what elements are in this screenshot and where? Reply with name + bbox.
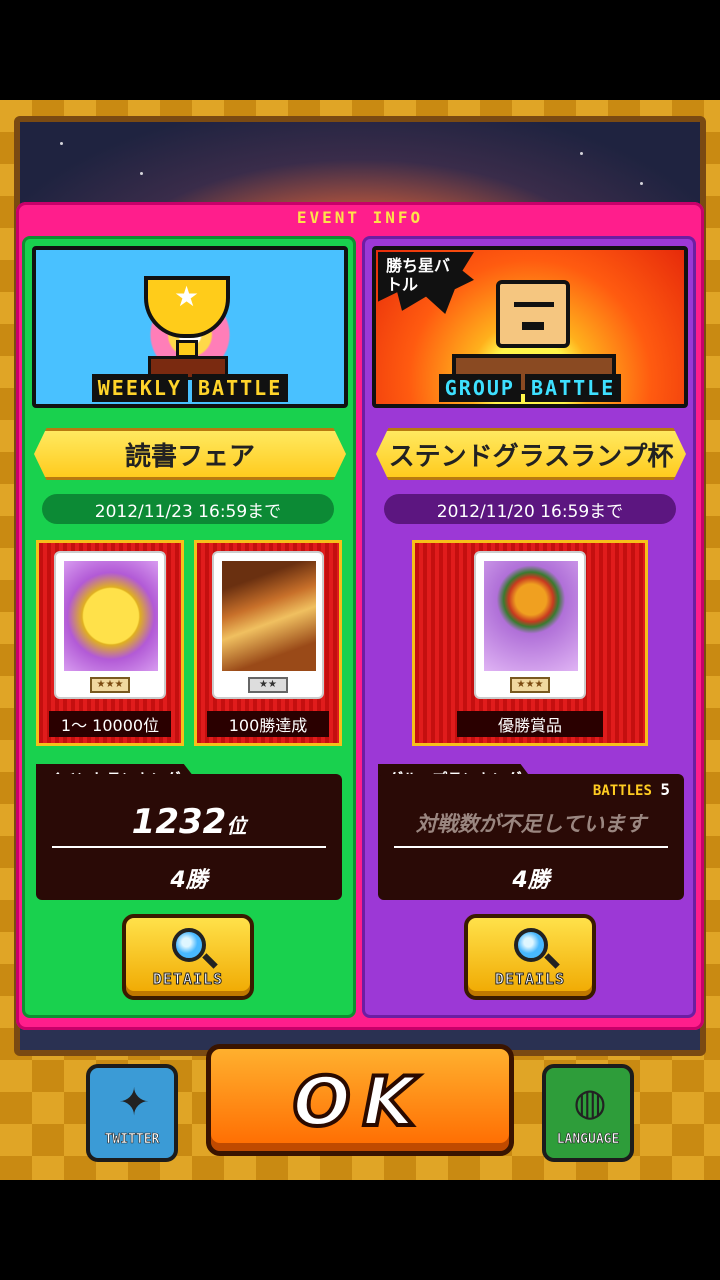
weekly-battle-banner: ★ WEEKLY BATTLE — [32, 246, 348, 408]
ok-button[interactable]: OK — [206, 1044, 514, 1156]
reward-rarity: ★★★ — [510, 677, 550, 693]
banner-word: BATTLE — [524, 374, 622, 402]
battles-label: BATTLES — [592, 783, 652, 799]
battles-count: BATTLES 5 — [593, 780, 670, 799]
group-deadline: 2012/11/20 16:59まで — [384, 494, 676, 524]
reward-card: ★★★ — [54, 551, 166, 699]
weekly-reward-rank[interactable]: ★★★ 1〜 10000位 — [36, 540, 184, 746]
stained-glass-lamp-icon — [484, 561, 578, 671]
reward-rarity: ★★ — [248, 677, 288, 693]
group-event-name: ステンドグラスランプ杯 — [376, 428, 686, 480]
group-reward-winner[interactable]: ★★★ 優勝賞品 — [412, 540, 648, 746]
reward-caption: 100勝達成 — [207, 711, 329, 737]
reward-rarity: ★★★ — [90, 677, 130, 693]
weekly-details-button[interactable]: DETAILS — [122, 914, 254, 1000]
sky-star — [580, 152, 583, 155]
bookshelf-globe-icon — [64, 561, 158, 671]
trophy-star-icon: ★ — [174, 280, 200, 313]
event-ranking-box: 1232位 4勝 — [36, 774, 342, 900]
magnifier-handle — [202, 953, 218, 969]
robot-eyes — [514, 302, 554, 312]
ok-label: OK — [291, 1061, 428, 1144]
reward-caption: 1〜 10000位 — [49, 711, 171, 737]
group-ranking-box: BATTLES 5 対戦数が不足しています 4勝 — [378, 774, 684, 900]
divider — [394, 846, 668, 848]
event-rank: 1232位 — [36, 802, 342, 842]
battles-value: 5 — [660, 780, 670, 799]
robot-mascot-icon — [496, 280, 570, 348]
rank-value: 1232 — [131, 802, 227, 842]
sky-star — [60, 142, 63, 145]
weekly-battle-label: WEEKLY BATTLE — [36, 374, 344, 402]
group-battle-label: GROUP BATTLE — [376, 374, 684, 402]
sky-star — [640, 182, 643, 185]
weekly-deadline: 2012/11/23 16:59まで — [42, 494, 334, 524]
details-label: DETAILS — [494, 970, 566, 989]
library-icon — [222, 561, 316, 671]
divider — [52, 846, 326, 848]
twitter-button[interactable]: ✦ TWITTER — [86, 1064, 178, 1162]
globe-icon: ◍ — [573, 1080, 607, 1124]
reward-card: ★★ — [212, 551, 324, 699]
reward-caption: 優勝賞品 — [457, 711, 603, 737]
sky-star — [140, 172, 143, 175]
weekly-event-name: 読書フェア — [34, 428, 346, 480]
language-label: LANGUAGE — [556, 1132, 620, 1148]
group-battle-banner: 勝ち星バトル GROUP BATTLE — [372, 246, 688, 408]
details-label: DETAILS — [152, 970, 224, 989]
banner-word: WEEKLY — [91, 374, 188, 402]
insufficient-battles-note: 対戦数が不足しています — [415, 812, 647, 836]
robot-mouth — [522, 322, 544, 330]
group-wins: 4勝 — [512, 868, 550, 893]
status-bar-area — [0, 0, 720, 100]
group-details-button[interactable]: DETAILS — [464, 914, 596, 1000]
weekly-reward-wins[interactable]: ★★ 100勝達成 — [194, 540, 342, 746]
banner-word: BATTLE — [192, 374, 289, 402]
reward-card: ★★★ — [474, 551, 586, 699]
banner-word: GROUP — [438, 374, 521, 402]
twitter-bird-icon: ✦ — [118, 1080, 150, 1124]
language-button[interactable]: ◍ LANGUAGE — [542, 1064, 634, 1162]
navigation-bar-area — [0, 1180, 720, 1280]
panel-title: EVENT INFO — [296, 208, 424, 227]
badge-text: 勝ち星バトル — [386, 256, 451, 294]
rank-unit: 位 — [226, 814, 247, 838]
event-wins: 4勝 — [170, 868, 208, 893]
twitter-label: TWITTER — [104, 1132, 160, 1148]
magnifier-handle — [544, 953, 560, 969]
